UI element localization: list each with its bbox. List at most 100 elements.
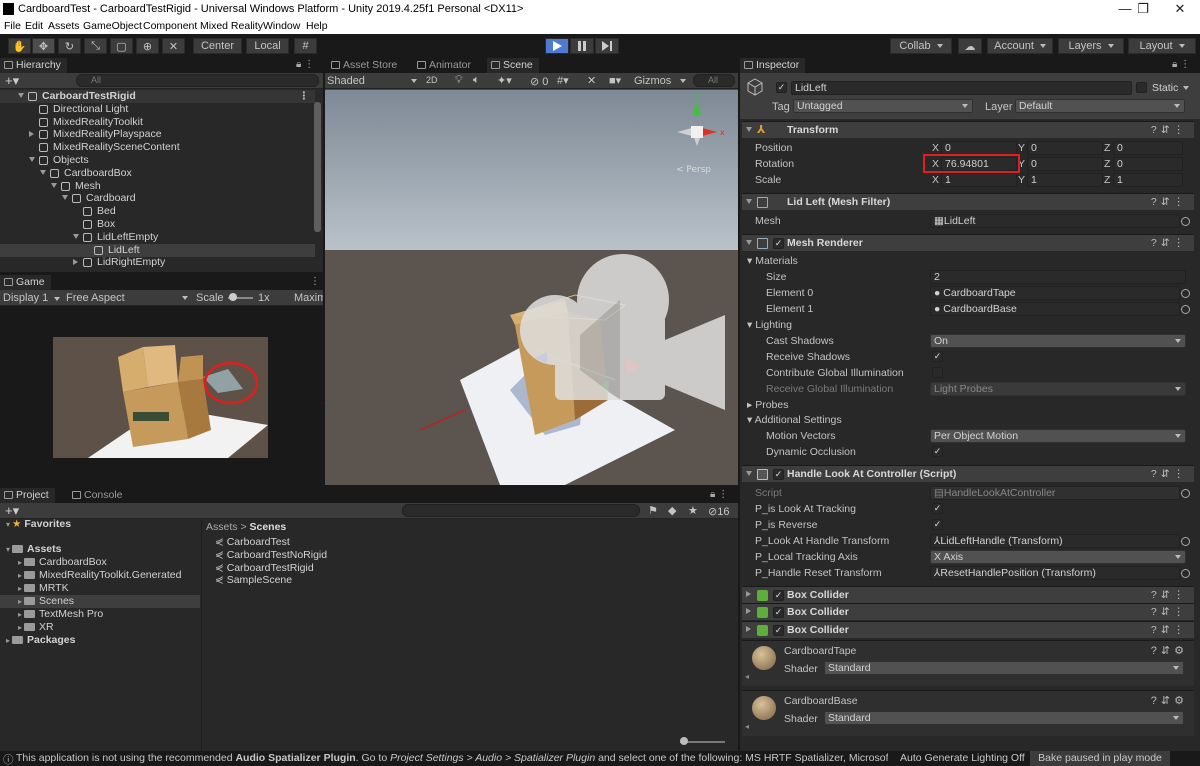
hierarchy-item[interactable]: Mesh [0,180,315,193]
tab-console[interactable]: Console [68,488,129,503]
hierarchy-item[interactable]: LidRightEmpty [0,256,315,269]
mesh-filter-controls-icon[interactable]: ?⇵⋮ [1151,196,1188,208]
breadcrumb-scenes[interactable]: Scenes [250,521,287,533]
scene-menu-icon[interactable]: ⋮ [299,90,310,102]
box-collider-fold-icon[interactable] [746,626,751,632]
static-checkbox[interactable] [1136,82,1147,93]
fold-arrow-icon[interactable] [73,259,78,266]
axis-z-label[interactable]: Z [1104,142,1110,154]
fold-arrow-icon[interactable] [29,157,35,162]
mesh-renderer-controls-icon[interactable]: ?⇵⋮ [1151,237,1188,249]
folder-fold-icon[interactable]: ▸ [18,623,22,632]
project-folder-item[interactable]: ▸ MixedRealityToolkit.Generated [0,569,200,582]
hierarchy-item[interactable]: MixedRealityPlayspace [0,128,315,141]
hierarchy-search-input[interactable]: All [76,74,319,87]
hierarchy-item[interactable]: Cardboard [0,192,315,205]
project-folder-item[interactable]: ▸ XR [0,621,200,634]
transform-z-field[interactable]: 0 [1113,141,1183,155]
menu-mixed-reality[interactable]: Mixed Reality [200,20,263,32]
transform-z-field[interactable]: 1 [1113,173,1183,187]
close-icon[interactable]: ✕ [1170,1,1190,17]
box-collider-controls-icon[interactable]: ?⇵⋮ [1151,624,1188,636]
fold-arrow-icon[interactable] [73,233,79,239]
hierarchy-item[interactable]: LidLeft [0,243,315,257]
hierarchy-item[interactable]: MixedRealityToolkit [0,116,315,129]
hierarchy-item[interactable]: CardboardBox [0,167,315,180]
bake-status[interactable]: Bake paused in play mode [1030,751,1170,766]
transform-z-field[interactable]: 0 [1113,157,1183,171]
transform-component-header[interactable]: ⅄ Transform ?⇵⋮ [742,121,1194,138]
gizmos-dropdown[interactable]: Gizmos [634,75,686,87]
mesh-picker-icon[interactable] [1181,217,1190,226]
scale-tool-icon[interactable]: ⤡ [84,38,107,54]
axis-y-label[interactable]: Y [1018,142,1025,154]
layer-dropdown[interactable]: Default [1015,99,1185,113]
lock-icon[interactable]: 🔒︎ ⋮ [296,59,314,70]
project-create-icon[interactable]: +▾ [5,503,19,519]
hierarchy-item[interactable]: Directional Light [0,103,315,116]
hierarchy-scrollbar[interactable] [314,102,321,232]
aspect-dropdown[interactable]: Free Aspect [66,292,188,304]
pivot-center-toggle[interactable]: Center [193,38,242,54]
transform-tool-icon[interactable]: ⊕ [136,38,159,54]
menu-file[interactable]: File [4,20,21,32]
transform-x-field[interactable]: 0 [941,141,1017,155]
tab-game[interactable]: Game [0,275,51,290]
hidden-objects-toggle[interactable]: ⊘ 0 [530,75,548,88]
cloud-icon[interactable]: ☁ [958,38,982,54]
fold-arrow-icon[interactable] [51,182,57,188]
camera-dropdown-icon[interactable]: ■▾ [609,74,621,87]
is-reverse-checkbox[interactable]: ✓ [932,519,943,530]
additional-settings-foldout[interactable]: ▾ Additional Settings [747,414,842,426]
fold-arrow-icon[interactable] [62,195,68,201]
game-viewport[interactable] [53,337,268,458]
component-controls-icon[interactable]: ?⇵⋮ [1151,124,1188,136]
contribute-gi-checkbox[interactable] [932,367,943,378]
menu-window[interactable]: Window [263,20,300,32]
hand-tool-icon[interactable]: ✋ [8,38,31,54]
axis-x-label[interactable]: X [932,174,939,186]
folder-fold-icon[interactable]: ▸ [6,636,10,645]
hierarchy-item[interactable]: Bed [0,205,315,218]
receive-shadows-checkbox[interactable]: ✓ [932,351,943,362]
custom-tool-icon[interactable]: ✕ [162,38,185,54]
transform-y-field[interactable]: 0 [1027,141,1103,155]
maximize-on-play-toggle[interactable]: Maxim [294,292,323,304]
menu-help[interactable]: Help [306,20,328,32]
hierarchy-item[interactable]: MixedRealitySceneContent [0,141,315,154]
rect-tool-icon[interactable]: ▢ [110,38,133,54]
minimize-icon[interactable]: — [1115,1,1135,16]
tracking-axis-dropdown[interactable]: X Axis [930,550,1186,564]
play-button[interactable] [545,38,569,54]
hierarchy-item[interactable]: LidLeftEmpty [0,231,315,244]
game-menu-icon[interactable]: ⋮ [310,276,320,287]
rotate-tool-icon[interactable]: ↻ [58,38,81,54]
reset-transform-picker-icon[interactable] [1181,569,1190,578]
mode-2d-toggle[interactable]: 2D [426,75,438,85]
project-folder-item[interactable]: ▸ Packages [0,634,200,647]
project-folder-item[interactable]: ▸ MRTK [0,582,200,595]
mesh-renderer-component-header[interactable]: ✓ Mesh Renderer ?⇵⋮ [742,234,1194,251]
hierarchy-item[interactable]: Objects [0,154,315,167]
project-search-input[interactable] [402,504,640,517]
project-folder-item[interactable]: ▾ ★ Favorites [0,518,200,531]
axis-y-label[interactable]: Y [1018,174,1025,186]
step-button[interactable] [595,38,619,54]
size-field[interactable]: 2 [930,270,1186,284]
motion-vectors-dropdown[interactable]: Per Object Motion [930,429,1186,443]
maximize-icon[interactable]: ❐ [1133,1,1153,17]
mesh-object-field[interactable]: ▦LidLeft [930,214,1180,228]
account-dropdown[interactable]: Account [987,38,1053,54]
mesh-filter-fold-icon[interactable] [746,199,752,204]
hierarchy-item[interactable]: Box [0,218,315,231]
folder-fold-icon[interactable]: ▸ [18,584,22,593]
gameobject-name-field[interactable]: LidLeft [791,81,1132,95]
material-fold-icon[interactable]: ◂ [745,672,749,681]
material-controls-icon[interactable]: ?⇵⚙ [1151,694,1188,707]
tools-icon[interactable]: ✕ [587,74,596,87]
tab-asset-store[interactable]: Asset Store [327,58,404,73]
folder-fold-icon[interactable]: ▸ [18,558,22,567]
folder-fold-icon[interactable]: ▾ [6,520,10,529]
audio-toggle-icon[interactable]: 🔈︎ [473,74,480,87]
transform-x-field[interactable]: 1 [941,173,1017,187]
